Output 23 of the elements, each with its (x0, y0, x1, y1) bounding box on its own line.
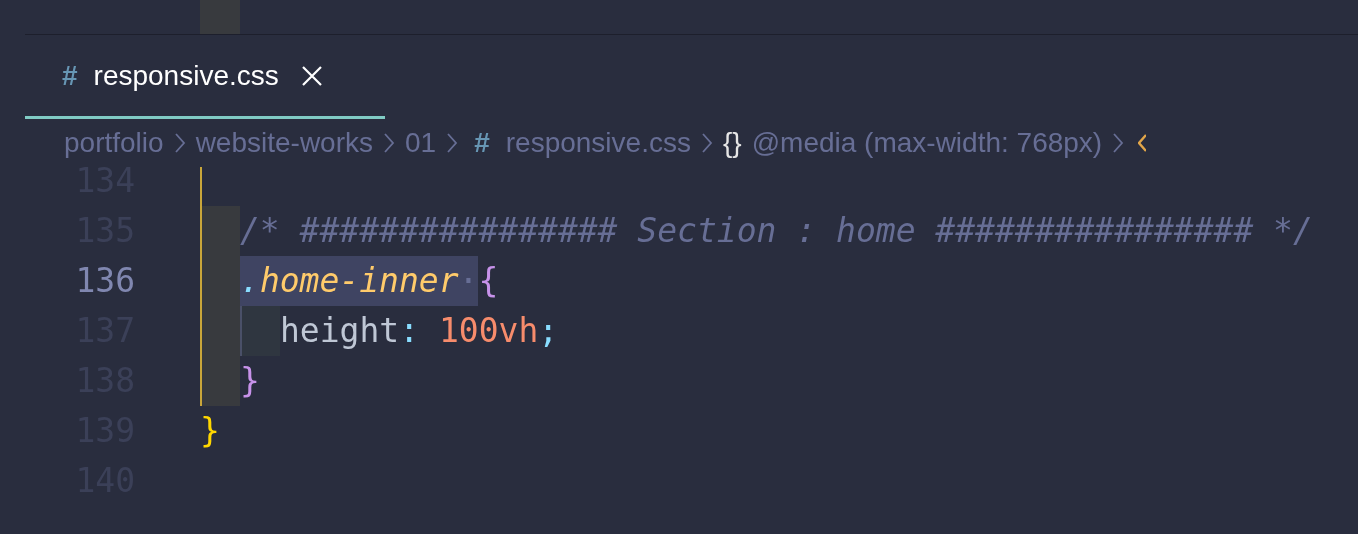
file-type-icon: # (474, 122, 490, 164)
breadcrumb-item[interactable]: @media (max-width: 768px) (751, 122, 1103, 164)
chevron-icon (173, 131, 186, 155)
breadcrumb-item[interactable]: 01 (405, 122, 437, 164)
breadcrumb-item[interactable]: portfolio (64, 122, 164, 164)
breadcrumb-item[interactable]: website-works (195, 122, 373, 164)
tab-label: responsive.css (93, 58, 279, 93)
chevron-icon (700, 131, 713, 155)
indent-guide (240, 306, 280, 356)
close-icon[interactable] (300, 64, 323, 87)
chevron-icon (1112, 131, 1125, 155)
chevron-icon (383, 131, 395, 155)
code-text: /* ################ Section : home ################ */ (240, 210, 1313, 252)
line-number: 136 (74, 260, 135, 302)
code-text: } (200, 410, 220, 452)
breadcrumb-item[interactable]: responsive.css (505, 122, 691, 164)
file-type-icon: # (62, 54, 78, 97)
indent-guide (200, 0, 240, 34)
code-text: height: 100vh; (280, 310, 559, 352)
braces-icon: {} (722, 122, 742, 164)
chevron-icon (446, 131, 459, 155)
code-text: } (240, 360, 260, 402)
editor-tab[interactable]: # responsive.css (25, 35, 385, 119)
